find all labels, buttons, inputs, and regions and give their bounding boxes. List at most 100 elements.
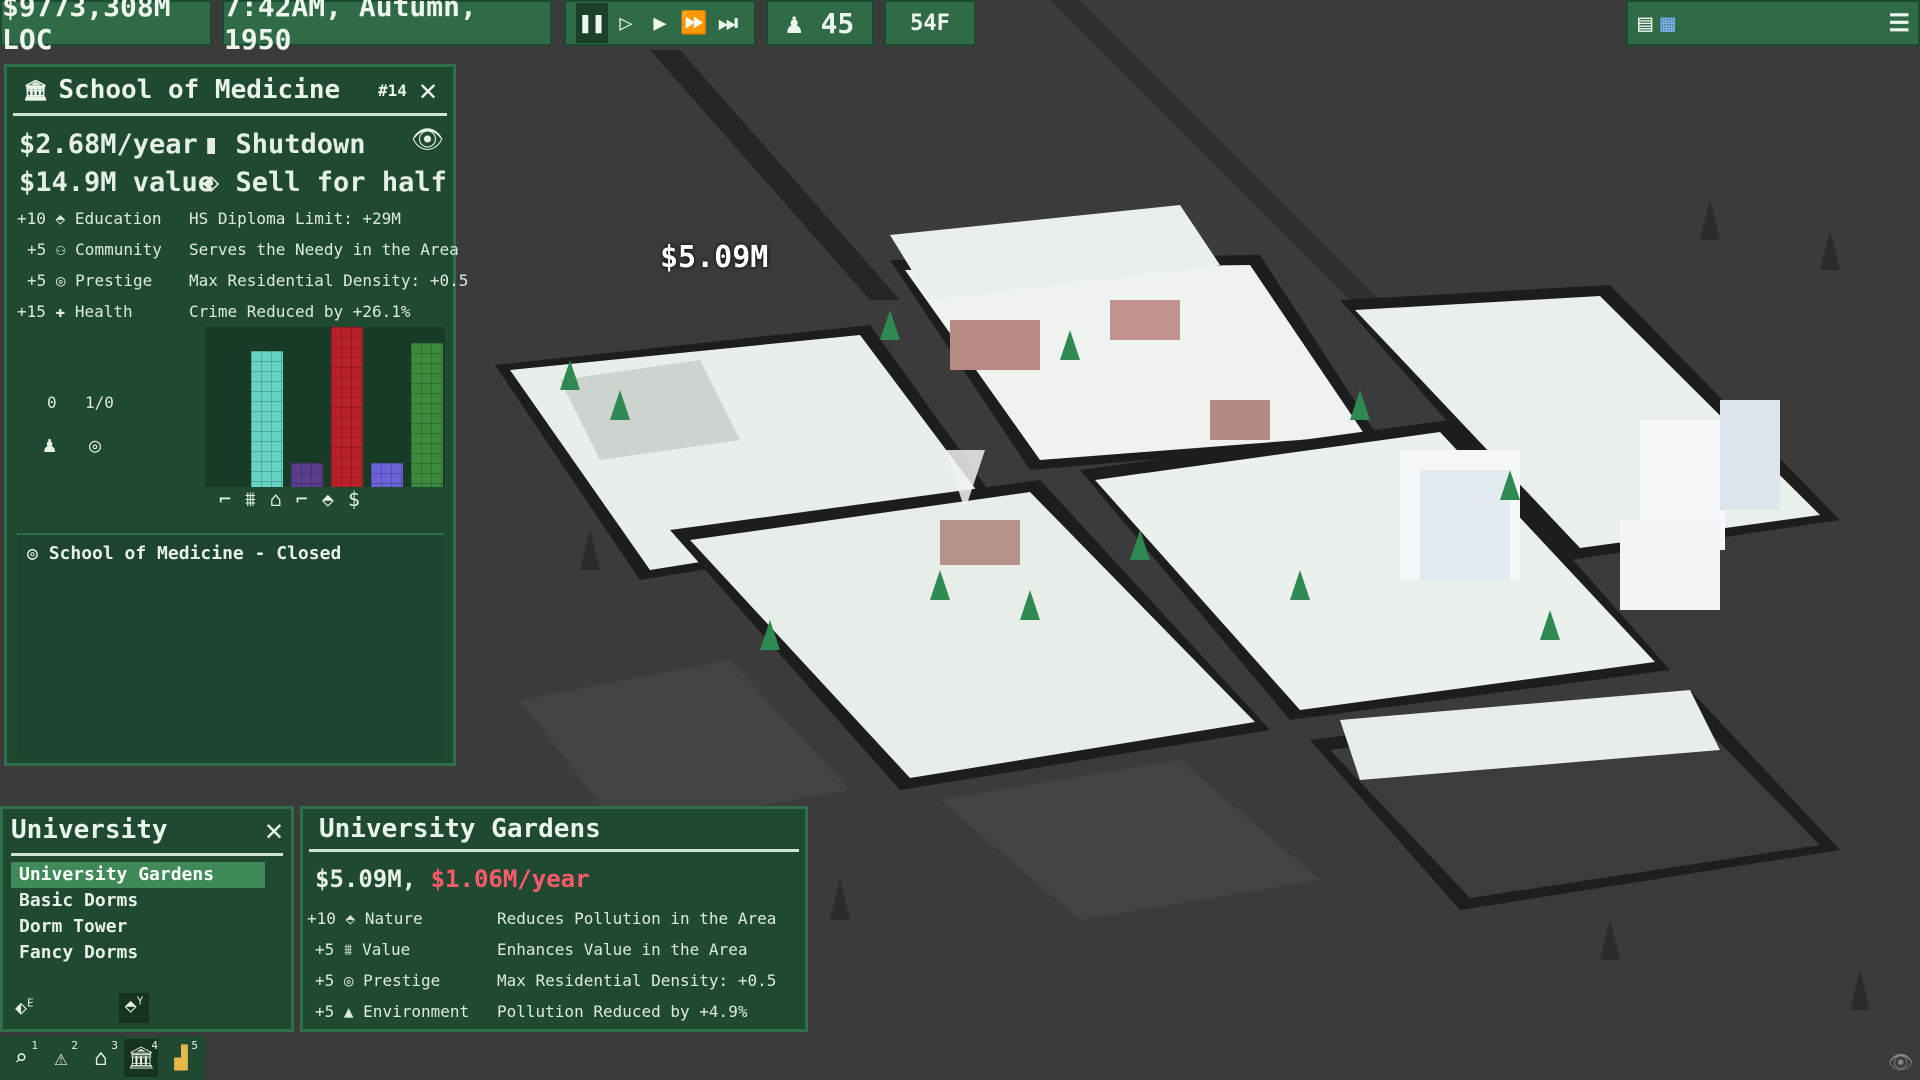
document-icon[interactable]: ▤ — [1638, 9, 1652, 37]
detail-title: University Gardens — [319, 814, 601, 844]
stat-bar-education — [371, 463, 403, 487]
fastest-button[interactable]: ⏭ — [712, 3, 744, 43]
menu-icon[interactable]: ☰ — [1888, 9, 1910, 37]
hotkey-label: 2 — [71, 1039, 78, 1052]
building-income: $2.68M/year — [19, 129, 198, 160]
effect-desc: Serves the Needy in the Area — [189, 240, 459, 259]
money-text: $9773,308M LOC — [2, 0, 171, 56]
list-item-basic-dorms[interactable]: Basic Dorms — [11, 888, 283, 914]
community-icon: ⚇ — [55, 240, 76, 259]
effect-amount: +5 — [27, 240, 47, 259]
effect-name: Health — [74, 302, 133, 321]
sell-icon: ⬖ — [203, 167, 236, 198]
building-detail-panel: University Gardens $5.09M, $1.06M/year +… — [300, 806, 808, 1032]
road-icon: ⌐ — [219, 487, 232, 511]
education-icon: ⬘ — [321, 487, 334, 511]
tree-icon: ▲ — [343, 1002, 364, 1021]
bulldozer-icon: ▟ — [174, 1045, 188, 1071]
density-icon: ⌂ — [269, 487, 282, 511]
shutdown-label: Shutdown — [235, 129, 366, 160]
effect-amount: +5 — [315, 1002, 335, 1021]
money-display[interactable]: $9773,308M LOC — [0, 0, 212, 56]
hotkey-label: Y — [136, 994, 144, 1008]
hotkey-label: 5 — [191, 1039, 198, 1052]
query-tool-button[interactable]: ⌕ 1 — [4, 1039, 38, 1077]
magnifier-icon: ⌕ — [14, 1045, 28, 1071]
prev-category-button[interactable]: ⬖E — [15, 995, 34, 1019]
view-toggle-eye-icon[interactable]: 👁 — [1888, 1050, 1913, 1074]
effect-amount: +5 — [315, 971, 335, 990]
step-button[interactable]: ▷ — [610, 3, 642, 43]
switch-icon: ▮ — [203, 129, 236, 160]
effect-row: +15 ✚ Health — [17, 302, 133, 321]
list-item-fancy-dorms[interactable]: Fancy Dorms — [11, 940, 283, 966]
shutdown-button[interactable]: ▮ Shutdown — [203, 129, 366, 160]
speed-controls: ❚❚ ▷ ▶ ⏩ ⏭ — [564, 0, 756, 46]
hotkey-label: 4 — [151, 1039, 158, 1052]
university-title: University — [11, 815, 168, 845]
bottom-toolbar: ⌕ 1 ⚠ 2 ⌂ 3 🏛 4 ▟ 5 — [0, 1036, 205, 1080]
population-count: 45 — [820, 6, 855, 40]
effect-desc: Crime Reduced by +26.1% — [189, 302, 411, 321]
effect-row: +10 ⬘ Education — [17, 209, 162, 228]
temperature-display[interactable]: 54F — [884, 0, 976, 46]
house-icon: ⌂ — [94, 1045, 108, 1071]
stat-bar-density — [291, 463, 323, 487]
effect-name: Nature — [364, 909, 423, 928]
effect-desc: Reduces Pollution in the Area — [497, 909, 777, 928]
effect-desc: Max Residential Density: +0.5 — [189, 271, 469, 290]
eye-icon[interactable]: 👁 — [411, 125, 444, 155]
build-tool-button[interactable]: ▟ 5 — [164, 1039, 198, 1077]
value-icon: ⩩ — [343, 940, 363, 959]
university-panel: University ✕ University Gardens Basic Do… — [0, 806, 294, 1032]
list-item-university-gardens[interactable]: University Gardens — [11, 862, 265, 888]
close-university-panel-button[interactable]: ✕ — [265, 813, 283, 848]
effect-desc: HS Diploma Limit: +29M — [189, 209, 401, 228]
effect-amount: +10 — [17, 209, 46, 228]
play-button[interactable]: ▶ — [644, 3, 676, 43]
list-item-dorm-tower[interactable]: Dorm Tower — [11, 914, 283, 940]
worker-count: 0 — [47, 393, 57, 412]
prestige-icon: ◎ — [55, 271, 76, 290]
effect-name: Prestige — [363, 971, 441, 990]
sell-button[interactable]: ⬖ Sell for half — [203, 167, 447, 198]
plus-icon: ✚ — [55, 302, 75, 321]
fast-forward-button[interactable]: ⏩ — [678, 3, 710, 43]
alert-tool-button[interactable]: ⚠ 2 — [44, 1039, 78, 1077]
effect-desc: Max Residential Density: +0.5 — [497, 971, 777, 990]
stat-bar-land-value — [251, 351, 283, 487]
status-line: ◎ School of Medicine - Closed — [17, 535, 443, 572]
building-panel-header: 🏛 School of Medicine #14 ✕ — [13, 67, 447, 116]
sell-label: Sell for half — [235, 167, 447, 198]
capacity-count: 1/0 — [85, 393, 114, 412]
zone-tool-button[interactable]: ⌂ 3 — [84, 1039, 118, 1077]
building-stats-bars — [205, 327, 445, 487]
effect-name: Community — [75, 240, 162, 259]
date-display[interactable]: 7:42AM, Autumn, 1950 — [222, 0, 552, 56]
building-value: $14.9M value — [19, 167, 215, 198]
close-building-panel-button[interactable]: ✕ — [419, 73, 437, 108]
effect-row: +5 ▲ Environment — [315, 1002, 469, 1021]
amenity-tool-button[interactable]: 🏛 4 — [124, 1039, 158, 1077]
effect-amount: +5 — [315, 940, 335, 959]
status-text: School of Medicine - Closed — [48, 543, 342, 564]
prestige-icon: ◎ — [89, 433, 102, 457]
prestige-icon: ◎ — [343, 971, 364, 990]
detail-panel-header: University Gardens — [309, 809, 799, 852]
effect-desc: Enhances Value in the Area — [497, 940, 748, 959]
pause-button[interactable]: ❚❚ — [576, 3, 608, 43]
hotkey-label: E — [27, 996, 34, 1010]
effect-amount: +10 — [307, 909, 336, 928]
effect-name: Value — [362, 940, 411, 959]
stat-bar-crime — [331, 327, 363, 487]
person-icon: ♟ — [43, 433, 57, 458]
population-display[interactable]: ♟ 45 — [766, 0, 874, 46]
stats-icon-row: ⌐ ⩩ ⌂ ⌐ ⬘ $ — [219, 487, 459, 511]
effect-desc: Pollution Reduced by +4.9% — [497, 1002, 748, 1021]
mortarboard-icon: ⬘ — [55, 209, 75, 228]
land-value-icon: ⩩ — [245, 487, 256, 511]
next-category-button[interactable]: ⬘Y — [119, 993, 149, 1023]
effect-row: +5 ◎ Prestige — [27, 271, 152, 290]
grid-icon[interactable]: ▦ — [1660, 9, 1674, 37]
prestige-icon: ◎ — [27, 543, 49, 564]
